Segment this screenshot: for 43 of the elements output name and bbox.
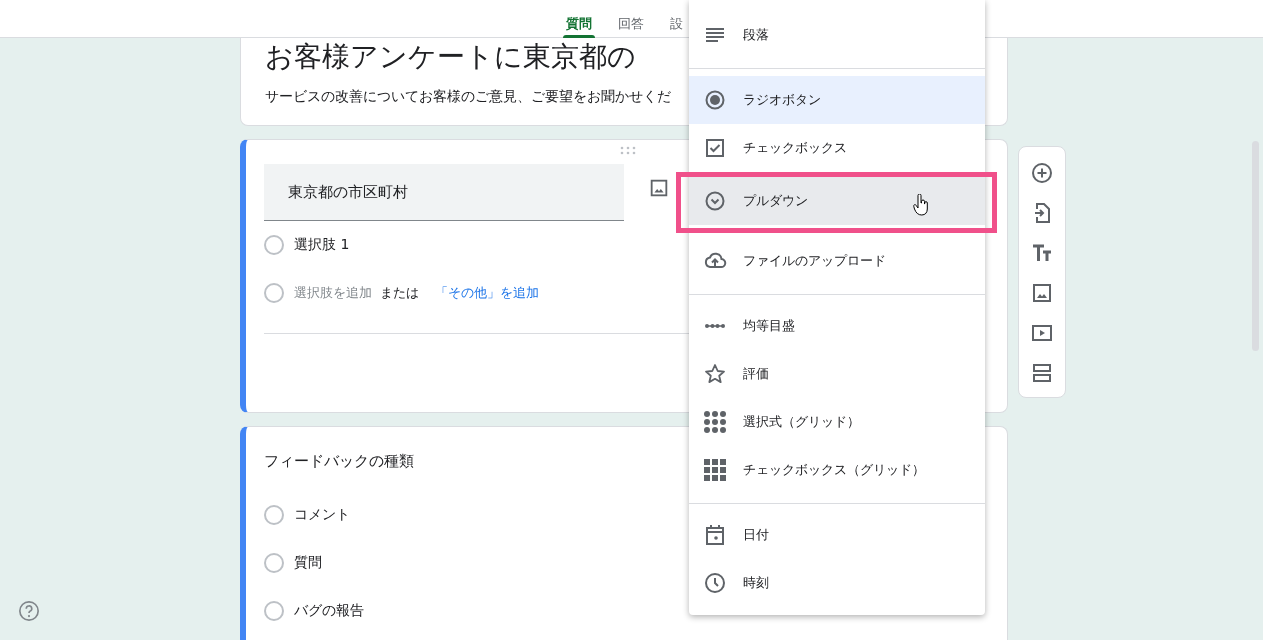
checkbox-icon: [703, 136, 727, 160]
menu-item[interactable]: 評価: [689, 350, 985, 398]
section-icon[interactable]: [1030, 361, 1054, 385]
menu-item[interactable]: チェックボックス: [689, 124, 985, 172]
add-option-field[interactable]: 選択肢を追加: [294, 284, 372, 302]
radio-icon: [703, 88, 727, 112]
menu-item[interactable]: 選択式（グリッド）: [689, 398, 985, 446]
option-label: コメント: [294, 506, 350, 524]
form-description: サービスの改善についてお客様のご意見、ご要望をお聞かせくだ: [265, 88, 671, 106]
or-label: または: [380, 284, 419, 302]
calendar-icon: [703, 523, 727, 547]
hand-cursor-icon: [913, 194, 929, 216]
radio-button[interactable]: [264, 283, 284, 303]
menu-item[interactable]: チェックボックス（グリッド）: [689, 446, 985, 494]
menu-item[interactable]: ラジオボタン: [689, 76, 985, 124]
drag-handle-icon[interactable]: [620, 146, 636, 156]
star-icon: [703, 362, 727, 386]
chevron-circle-icon: [703, 189, 727, 213]
radio-button[interactable]: [264, 505, 284, 525]
menu-item[interactable]: ファイルのアップロード: [689, 237, 985, 285]
menu-item[interactable]: 均等目盛: [689, 302, 985, 350]
scale-icon: [703, 323, 727, 329]
option-label: 選択肢 1: [294, 236, 350, 254]
menu-item[interactable]: 日付: [689, 511, 985, 559]
menu-item[interactable]: 時刻: [689, 559, 985, 607]
tab[interactable]: 質問: [555, 0, 603, 38]
help-icon[interactable]: [18, 600, 40, 622]
tab[interactable]: 回答: [607, 0, 655, 38]
radio-button[interactable]: [264, 553, 284, 573]
add-other-link[interactable]: 「その他」を追加: [435, 284, 539, 302]
option-label: 質問: [294, 554, 322, 572]
square-grid-icon: [703, 458, 727, 482]
question-title-field[interactable]: 東京都の市区町村: [264, 164, 624, 221]
radio-button[interactable]: [264, 601, 284, 621]
dot-grid-icon: [703, 410, 727, 434]
option-label: バグの報告: [294, 602, 364, 620]
add-circle-icon[interactable]: [1030, 161, 1054, 185]
radio-button[interactable]: [264, 235, 284, 255]
menu-item[interactable]: プルダウン: [689, 177, 985, 225]
image-icon[interactable]: [1030, 281, 1054, 305]
question-title: フィードバックの種類: [264, 452, 414, 471]
clock-icon: [703, 571, 727, 595]
form-title: お客様アンケートに東京都の: [265, 40, 636, 74]
